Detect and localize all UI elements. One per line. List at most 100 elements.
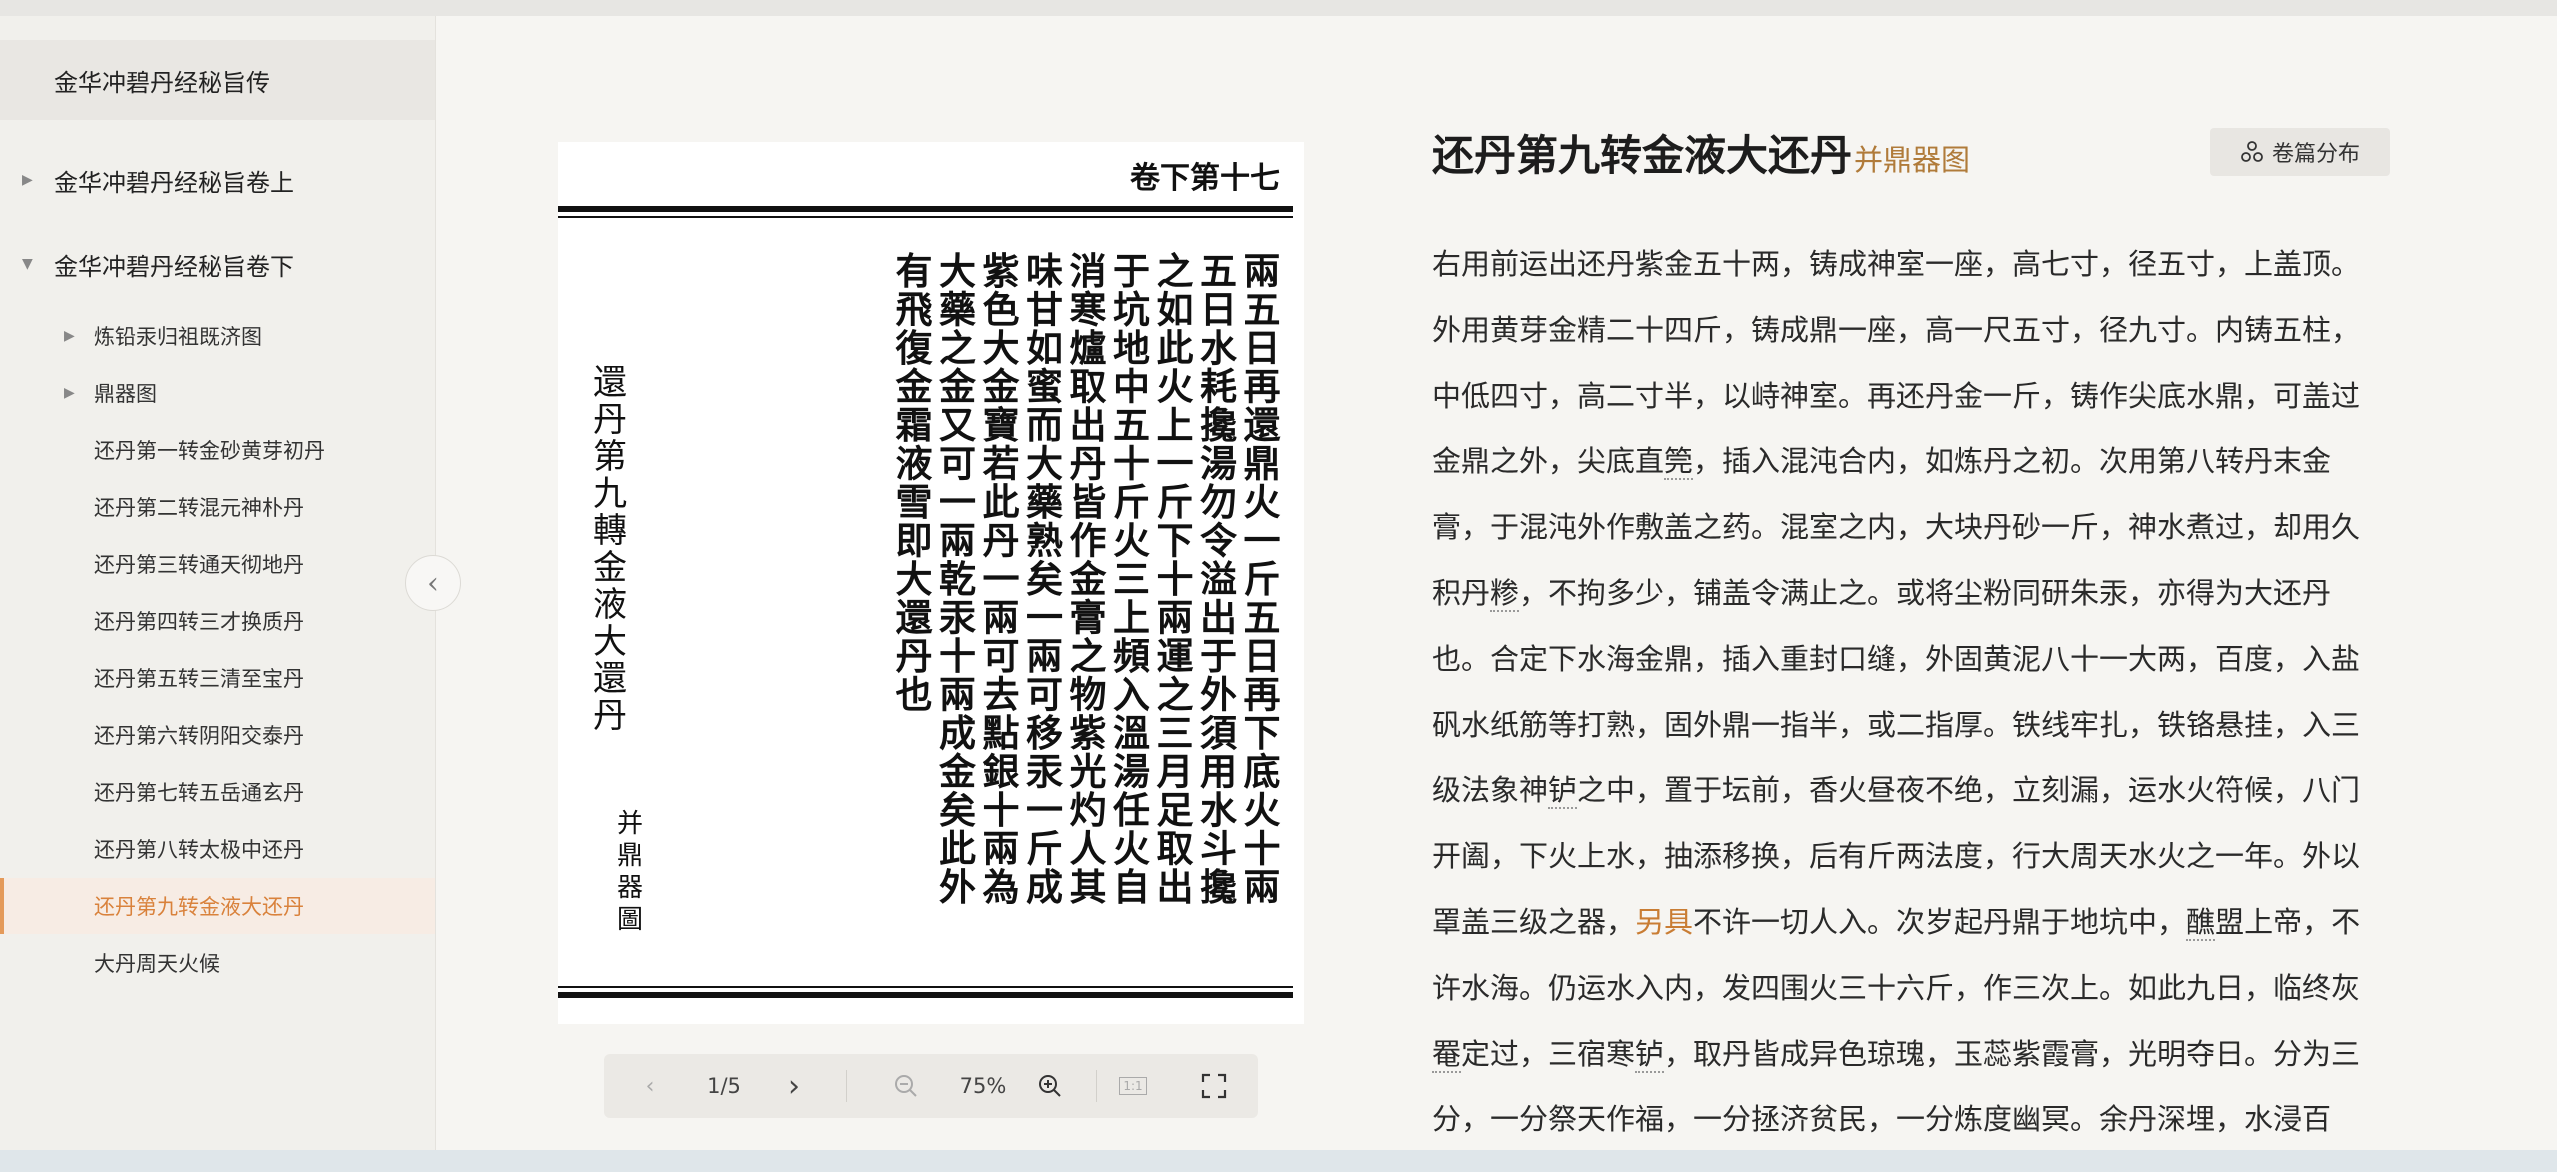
bottom-rule-thick [558,992,1293,998]
annotated-character[interactable]: 𬬻 [1635,1036,1665,1073]
text-segment: ，插入混沌合内，如炼丹之初。次用第八转丹末金 [1693,444,2332,479]
toolbar-divider [1096,1070,1097,1102]
next-page-button[interactable]: › [774,1054,814,1118]
toc-item-turn-7[interactable]: 还丹第七转五岳通玄丹 [0,764,435,820]
toc-item-turn-1[interactable]: 还丹第一转金砂黄芽初丹 [0,422,435,478]
toc-label: 鼎器图 [94,382,157,406]
text-segment: 不许一切人入。次岁起丹鼎于地坑中， [1693,904,2187,939]
text-segment: 矾水纸筋等打熟，固外鼎一指半，或二指厚。铁线牢扎，铁铬悬挂，入三 [1432,707,2361,742]
chevron-right-icon: › [788,1068,800,1104]
toc-volume-2[interactable]: ▼ 金华冲碧丹经秘旨卷下 [0,224,435,304]
toc-item-turn-2[interactable]: 还丹第二转混元神朴丹 [0,479,435,535]
annotated-character[interactable]: 筦 [1664,444,1694,481]
text-segment: 分，一分祭天作福，一分拯济贫民，一分炼度幽冥。余丹深埋，水浸百 [1432,1102,2332,1137]
scan-text-column: 兩五日再還鼎火一斤五日再下底火十兩 [1244,249,1281,909]
scan-text-column: 大藥之金又可一兩乾汞十兩成金矣此外 [939,249,977,909]
text-segment: ，取丹皆成异色琼瑰，玉蕊紫霞膏，光明夺日。分为三 [1664,1036,2361,1071]
toc-label: 金华冲碧丹经秘旨卷上 [54,168,294,197]
article-line: 分，一分祭天作福，一分拯济贫民，一分炼度幽冥。余丹深埋，水浸百 [1432,1087,2392,1153]
article-line: 金鼎之外，尖底直筦，插入混沌合内，如炼丹之初。次用第八转丹末金 [1432,429,2392,495]
toc-label: 还丹第五转三清至宝丹 [94,667,304,691]
caret-down-icon[interactable]: ▼ [22,256,33,272]
scan-text-column: 于坑地中五十斤火三上頻入溫湯任火自 [1113,249,1150,909]
zoom-out-button[interactable] [886,1054,926,1118]
title-annotation-link[interactable]: 并鼎器图 [1854,137,1970,179]
prev-page-button[interactable]: ‹ [630,1054,670,1118]
scanned-page-svg: 卷下第十七 兩五日再還鼎火一斤五日再下底火十兩五日水耗攙湯勿令溢出于外須用水斗攙… [558,142,1304,1024]
page-indicator: 1/5 [707,1074,741,1098]
toc-item-turn-8[interactable]: 还丹第八转太极中还丹 [0,821,435,877]
scan-text-column: 味甘如蜜而大藥熟矣一兩可移汞一斤成 [1026,249,1063,909]
scanned-page-image[interactable]: 卷下第十七 兩五日再還鼎火一斤五日再下底火十兩 五日水耗攙湯勿令溢出于外須用水斗攙… [558,142,1304,1024]
table-of-contents-sidebar: 金华冲碧丹经秘旨传 ▶ 金华冲碧丹经秘旨卷上 ▼ 金华冲碧丹经秘旨卷下 ▶ 炼铅… [0,16,436,1150]
toc-item-great-cycle[interactable]: 大丹周天火候 [0,935,435,991]
zoom-level: 75% [959,1074,1007,1098]
annotated-character[interactable]: 糁 [1490,575,1520,612]
toc-item-lead-mercury-diagram[interactable]: ▶ 炼铅汞归祖既济图 [0,308,435,364]
toc-volume-1[interactable]: ▶ 金华冲碧丹经秘旨卷上 [0,140,435,220]
article-line: 右用前运出还丹紫金五十两，铸成神室一座，高七寸，径五寸，上盖顶。 [1432,232,2392,298]
fullscreen-icon [1201,1073,1227,1099]
caret-right-icon[interactable]: ▶ [22,172,33,188]
window-top-bar [0,0,2557,16]
text-segment: 外用黄芽金精二十四斤，铸成鼎一座，高一尺五寸，径九寸。内铸五柱， [1432,312,2361,347]
toc-label: 还丹第一转金砂黄芽初丹 [94,439,325,463]
toc-item-turn-9-active[interactable]: 还丹第九转金液大还丹 [0,878,435,934]
toolbar-divider [846,1070,847,1102]
scan-text-column: 消寒爐取出丹皆作金膏之物紫光灼人其 [1070,249,1108,909]
scan-text-column: 紫色大金寶若此丹一兩可去點銀十兩為 [983,249,1021,909]
volume-distribution-button[interactable]: 卷篇分布 [2210,128,2390,176]
top-rule-thick [558,206,1293,212]
zoom-in-icon [1039,1075,1061,1097]
top-rule-thin [558,216,1293,218]
toc-label: 还丹第七转五岳通玄丹 [94,781,304,805]
article-line: 中低四寸，高二寸半，以峙神室。再还丹金一斤，铸作尖底水鼎，可盖过 [1432,364,2392,430]
collapse-sidebar-button[interactable]: ‹ [405,555,461,611]
zoom-out-icon [895,1075,917,1097]
page-header-text: 卷下第十七 [1130,161,1280,196]
actual-size-icon: 1:1 [1119,1077,1147,1095]
scan-text-column: 有飛復金霜液雪即大還丹也 [895,249,934,717]
toc-item-cauldron-diagram[interactable]: ▶ 鼎器图 [0,365,435,421]
toc-item-turn-6[interactable]: 还丹第六转阴阳交泰丹 [0,707,435,763]
chevron-left-icon: ‹ [427,565,439,601]
toc-label: 还丹第二转混元神朴丹 [94,496,304,520]
toc-label: 金华冲碧丹经秘旨传 [54,68,270,97]
annotated-character[interactable]: 醮 [2186,904,2216,941]
toc-item-turn-4[interactable]: 还丹第四转三才换质丹 [0,593,435,649]
distribution-icon [2241,141,2263,162]
text-segment: 金鼎之外，尖底直 [1432,444,1665,479]
actual-size-button[interactable]: 1:1 [1108,1054,1158,1118]
toc-label: 还丹第九转金液大还丹 [94,895,304,919]
text-segment: 盟上帝，不 [2215,904,2361,939]
article-title-block: 还丹第九转金液大还丹 并鼎器图 [1432,122,1970,182]
fullscreen-button[interactable] [1194,1054,1234,1118]
inline-link[interactable]: 另具 [1635,905,1693,939]
article-line: 级法象神𬬻之中，置于坛前，香火昼夜不绝，立刻漏，运水火符候，八门 [1432,758,2392,824]
scan-caption: 還丹第九轉金液大還丹 [593,363,627,736]
article-line: 开阖，下火上水，抽添移换，后有斤两法度，行大周天水火之一年。外以 [1432,824,2392,890]
article-line: 矾水纸筋等打熟，固外鼎一指半，或二指厚。铁线牢扎，铁铬悬挂，入三 [1432,693,2392,759]
article-line: 积丹糁，不拘多少，铺盖令满止之。或将尘粉同研朱汞，亦得为大还丹 [1432,561,2392,627]
text-segment: 膏，于混沌外作敷盖之药。混室之内，大块丹砂一斤，神水煮过，却用久 [1432,510,2361,545]
distribution-label: 卷篇分布 [2271,142,2360,167]
scan-text-column: 之如此火上一斤下十兩運之三月足取出 [1157,249,1194,909]
bottom-rule-thin [558,986,1293,988]
caret-right-icon[interactable]: ▶ [64,328,75,344]
text-segment: 中低四寸，高二寸半，以峙神室。再还丹金一斤，铸作尖底水鼎，可盖过 [1432,378,2361,413]
text-segment: 许水海。仍运水入内，发四围火三十六斤，作三次上。如此九日，临终灰 [1432,970,2361,1005]
zoom-in-button[interactable] [1030,1054,1070,1118]
article-line: 罩盖三级之器，另具不许一切人入。次岁起丹鼎于地坑中，醮盟上帝，不 [1432,890,2392,956]
article-line: 许水海。仍运水入内，发四围火三十六斤，作三次上。如此九日，临终灰 [1432,956,2392,1022]
toc-item-turn-3[interactable]: 还丹第三转通天彻地丹 [0,536,435,592]
annotated-character[interactable]: 𬬻 [1548,773,1578,810]
article-line: 膏，于混沌外作敷盖之药。混室之内，大块丹砂一斤，神水煮过，却用久 [1432,495,2392,561]
annotated-character[interactable]: 罨 [1432,1036,1462,1073]
toc-item-turn-5[interactable]: 还丹第五转三清至宝丹 [0,650,435,706]
text-segment: 积丹 [1432,575,1491,610]
caret-right-icon[interactable]: ▶ [64,385,75,401]
toc-root-item[interactable]: 金华冲碧丹经秘旨传 [0,40,435,120]
chevron-left-icon: ‹ [645,1073,655,1099]
toc-label: 还丹第三转通天彻地丹 [94,553,304,577]
toc-label: 还丹第四转三才换质丹 [94,610,304,634]
